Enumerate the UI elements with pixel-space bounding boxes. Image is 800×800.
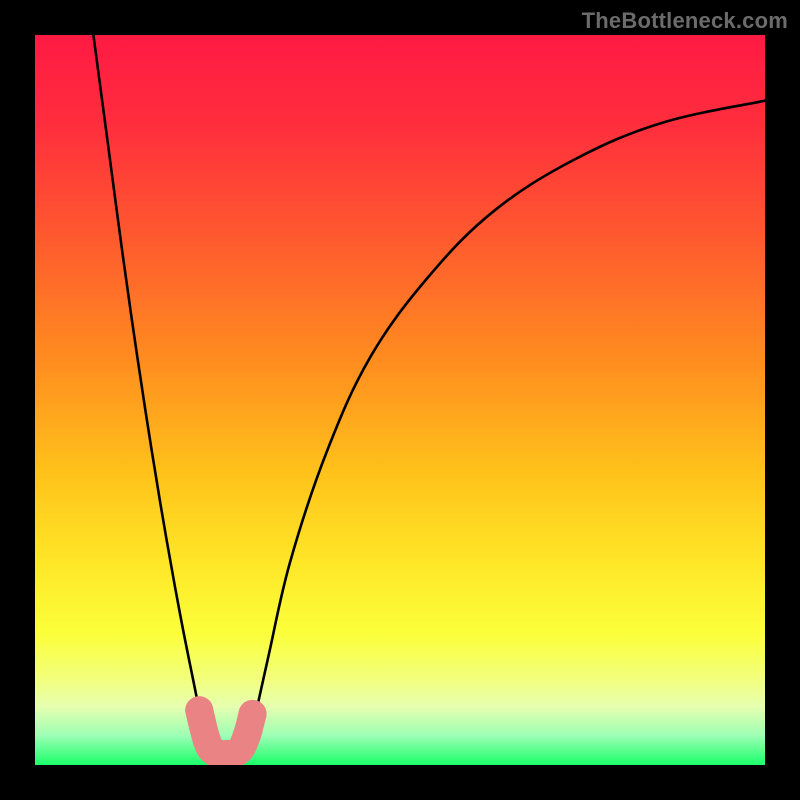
watermark-text: TheBottleneck.com [582, 8, 788, 34]
outer-frame: TheBottleneck.com [0, 0, 800, 800]
heat-gradient [35, 35, 765, 765]
plot-area [35, 35, 765, 765]
